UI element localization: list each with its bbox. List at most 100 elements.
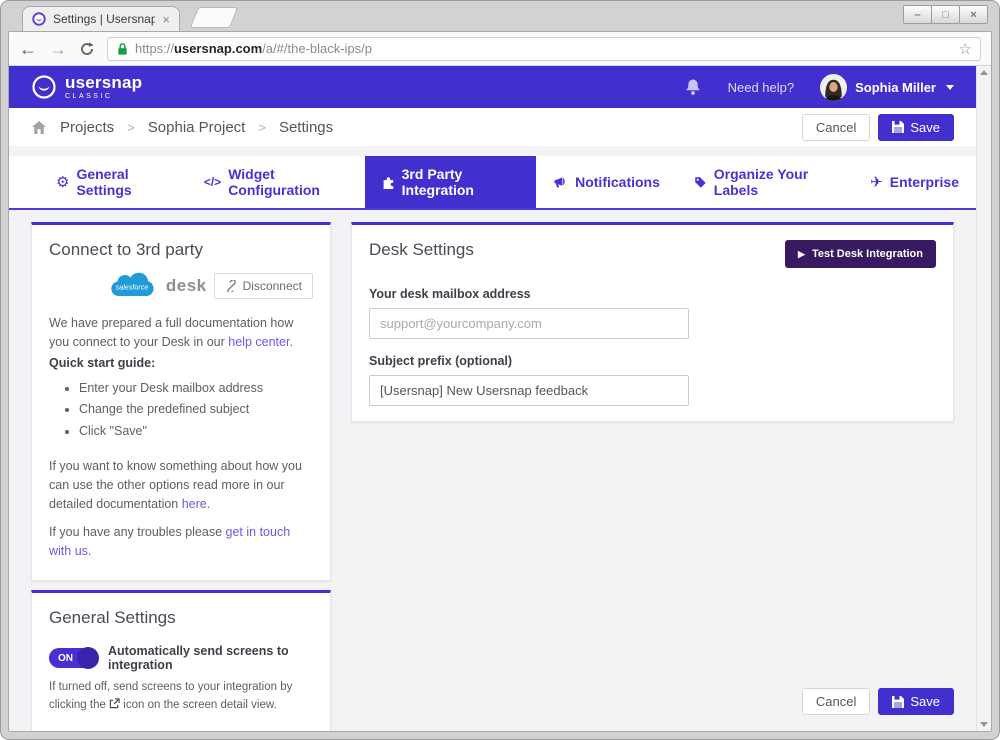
browser-window: Settings | Usersnap × – □ × ← → https://… — [0, 0, 1000, 740]
tab-general-settings[interactable]: ⚙ General Settings — [39, 156, 187, 208]
tab-label: General Settings — [76, 166, 132, 198]
send-to-integration-icon — [109, 698, 120, 708]
settings-content: Connect to 3rd party salesforce desk Dis… — [9, 210, 976, 731]
documentation-text: We have prepared a full documentation ho… — [49, 316, 294, 349]
salesforce-logo: salesforce — [111, 272, 154, 297]
forward-icon[interactable]: → — [49, 40, 67, 58]
troubles-text: If you have any troubles please get in t… — [49, 525, 291, 559]
breadcrumb-item-settings: Settings — [278, 118, 334, 136]
chevron-down-icon — [946, 84, 954, 90]
test-desk-integration-button[interactable]: ▶ Test Desk Integration — [785, 240, 936, 268]
settings-tabs: ⚙ General Settings </> Widget Configurat… — [9, 156, 976, 210]
quick-start-item: Enter your Desk mailbox address — [79, 378, 313, 400]
browser-navbar: ← → https://usersnap.com/a/#/the-black-i… — [9, 32, 991, 66]
avatar — [820, 73, 848, 101]
connect-3rd-party-card: Connect to 3rd party salesforce desk Dis… — [31, 222, 331, 581]
close-button[interactable]: × — [959, 5, 988, 24]
tab-label: Enterprise — [889, 174, 959, 190]
puzzle-icon — [383, 176, 394, 189]
home-icon[interactable] — [31, 120, 47, 135]
general-settings-card: General Settings ON Automatically send s… — [31, 589, 331, 732]
scroll-up-icon[interactable] — [980, 70, 988, 75]
floppy-save-icon — [892, 121, 905, 133]
page-viewport: usersnap CLASSIC Need help? Sophia Mille… — [9, 66, 991, 731]
toggle-state-label: ON — [58, 652, 73, 664]
url-domain: usersnap.com — [174, 41, 263, 56]
gear-icon: ⚙ — [56, 173, 70, 191]
general-settings-title: General Settings — [49, 607, 176, 627]
breadcrumb-separator: > — [258, 119, 266, 135]
page-scrollbar[interactable] — [976, 66, 991, 731]
need-help-link[interactable]: Need help? — [728, 80, 795, 95]
tab-close-icon[interactable]: × — [162, 13, 170, 26]
tab-label: Widget Configuration — [228, 166, 320, 198]
bookmark-star-icon[interactable]: ☆ — [959, 40, 972, 58]
unlink-icon — [226, 280, 236, 292]
disconnect-label: Disconnect — [242, 279, 302, 293]
save-button-top[interactable]: Save — [878, 113, 954, 141]
plane-icon: ✈ — [870, 173, 883, 191]
window-controls: – □ × — [903, 5, 988, 24]
disconnect-button[interactable]: Disconnect — [213, 273, 313, 299]
user-menu[interactable]: Sophia Miller — [820, 73, 954, 101]
tab-organize-your-labels[interactable]: Organize Your Labels — [677, 156, 853, 208]
maximize-button[interactable]: □ — [931, 5, 960, 24]
mailbox-address-input[interactable] — [369, 308, 689, 339]
mailbox-address-label: Your desk mailbox address — [369, 287, 531, 301]
floppy-save-icon — [892, 695, 905, 708]
tab-3rd-party-integration[interactable]: 3rd Party Integration — [364, 156, 537, 208]
new-tab-button[interactable] — [189, 7, 239, 28]
browser-chrome: ← → https://usersnap.com/a/#/the-black-i… — [8, 31, 992, 732]
auto-send-toggle[interactable]: ON — [49, 646, 99, 669]
usersnap-logo[interactable]: usersnap CLASSIC — [31, 74, 142, 100]
url-path: /a/#/the-black-ips/p — [262, 41, 373, 56]
tab-notifications[interactable]: Notifications — [536, 156, 677, 208]
browser-tab[interactable]: Settings | Usersnap × — [22, 6, 180, 31]
auto-send-description: If turned off, send screens to your inte… — [49, 680, 293, 711]
minimize-button[interactable]: – — [903, 5, 932, 24]
desk-settings-title: Desk Settings — [369, 240, 474, 259]
toggle-knob — [77, 646, 99, 669]
tab-label: 3rd Party Integration — [401, 166, 474, 198]
usersnap-logo-icon — [32, 75, 56, 99]
tab-label: Notifications — [575, 174, 660, 190]
desk-wordmark: desk — [165, 276, 207, 295]
tab-title: Settings | Usersnap — [53, 12, 156, 26]
close-screen-label: Close screen when sent to integration — [108, 731, 313, 732]
cancel-button-top[interactable]: Cancel — [801, 113, 871, 141]
tab-label: Organize Your Labels — [713, 166, 809, 198]
salesforce-wordmark: salesforce — [115, 283, 148, 292]
app-header: usersnap CLASSIC Need help? Sophia Mille… — [9, 66, 976, 108]
tab-enterprise[interactable]: ✈ Enterprise — [853, 156, 976, 208]
quick-start-item: Click "Save" — [79, 421, 313, 443]
connect-card-title: Connect to 3rd party — [49, 240, 204, 259]
usersnap-favicon-icon — [32, 12, 46, 26]
save-button-label: Save — [910, 119, 940, 135]
url-bar[interactable]: https://usersnap.com/a/#/the-black-ips/p… — [107, 36, 981, 61]
scroll-down-icon[interactable] — [980, 722, 988, 727]
breadcrumb-item-projects[interactable]: Projects — [60, 119, 114, 136]
tab-widget-configuration[interactable]: </> Widget Configuration — [187, 156, 365, 208]
auto-send-label: Automatically send screens to integratio… — [108, 643, 289, 672]
cancel-button-bottom[interactable]: Cancel — [801, 688, 871, 715]
browser-tab-strip: Settings | Usersnap × – □ × — [8, 1, 992, 31]
subject-prefix-input[interactable] — [369, 375, 689, 406]
quick-start-item: Change the predefined subject — [79, 399, 313, 421]
quick-start-title: Quick start guide: — [49, 355, 156, 370]
refresh-icon[interactable] — [79, 41, 95, 57]
code-icon: </> — [203, 175, 222, 189]
back-icon[interactable]: ← — [19, 40, 37, 58]
save-button-bottom[interactable]: Save — [878, 688, 954, 715]
footer-actions: Cancel Save — [801, 688, 954, 715]
megaphone-icon — [554, 177, 565, 188]
quick-start-list: Enter your Desk mailbox address Change t… — [79, 378, 313, 444]
user-name: Sophia Miller — [855, 79, 936, 95]
help-center-link[interactable]: help center — [228, 335, 289, 349]
here-link[interactable]: here — [182, 497, 207, 511]
logo-subtext: CLASSIC — [65, 93, 113, 100]
breadcrumb-item-project[interactable]: Sophia Project — [148, 119, 246, 136]
notification-bell-icon[interactable] — [684, 78, 702, 97]
logo-text: usersnap — [65, 73, 143, 92]
save-button-label: Save — [910, 694, 940, 709]
test-button-label: Test Desk Integration — [811, 248, 923, 260]
